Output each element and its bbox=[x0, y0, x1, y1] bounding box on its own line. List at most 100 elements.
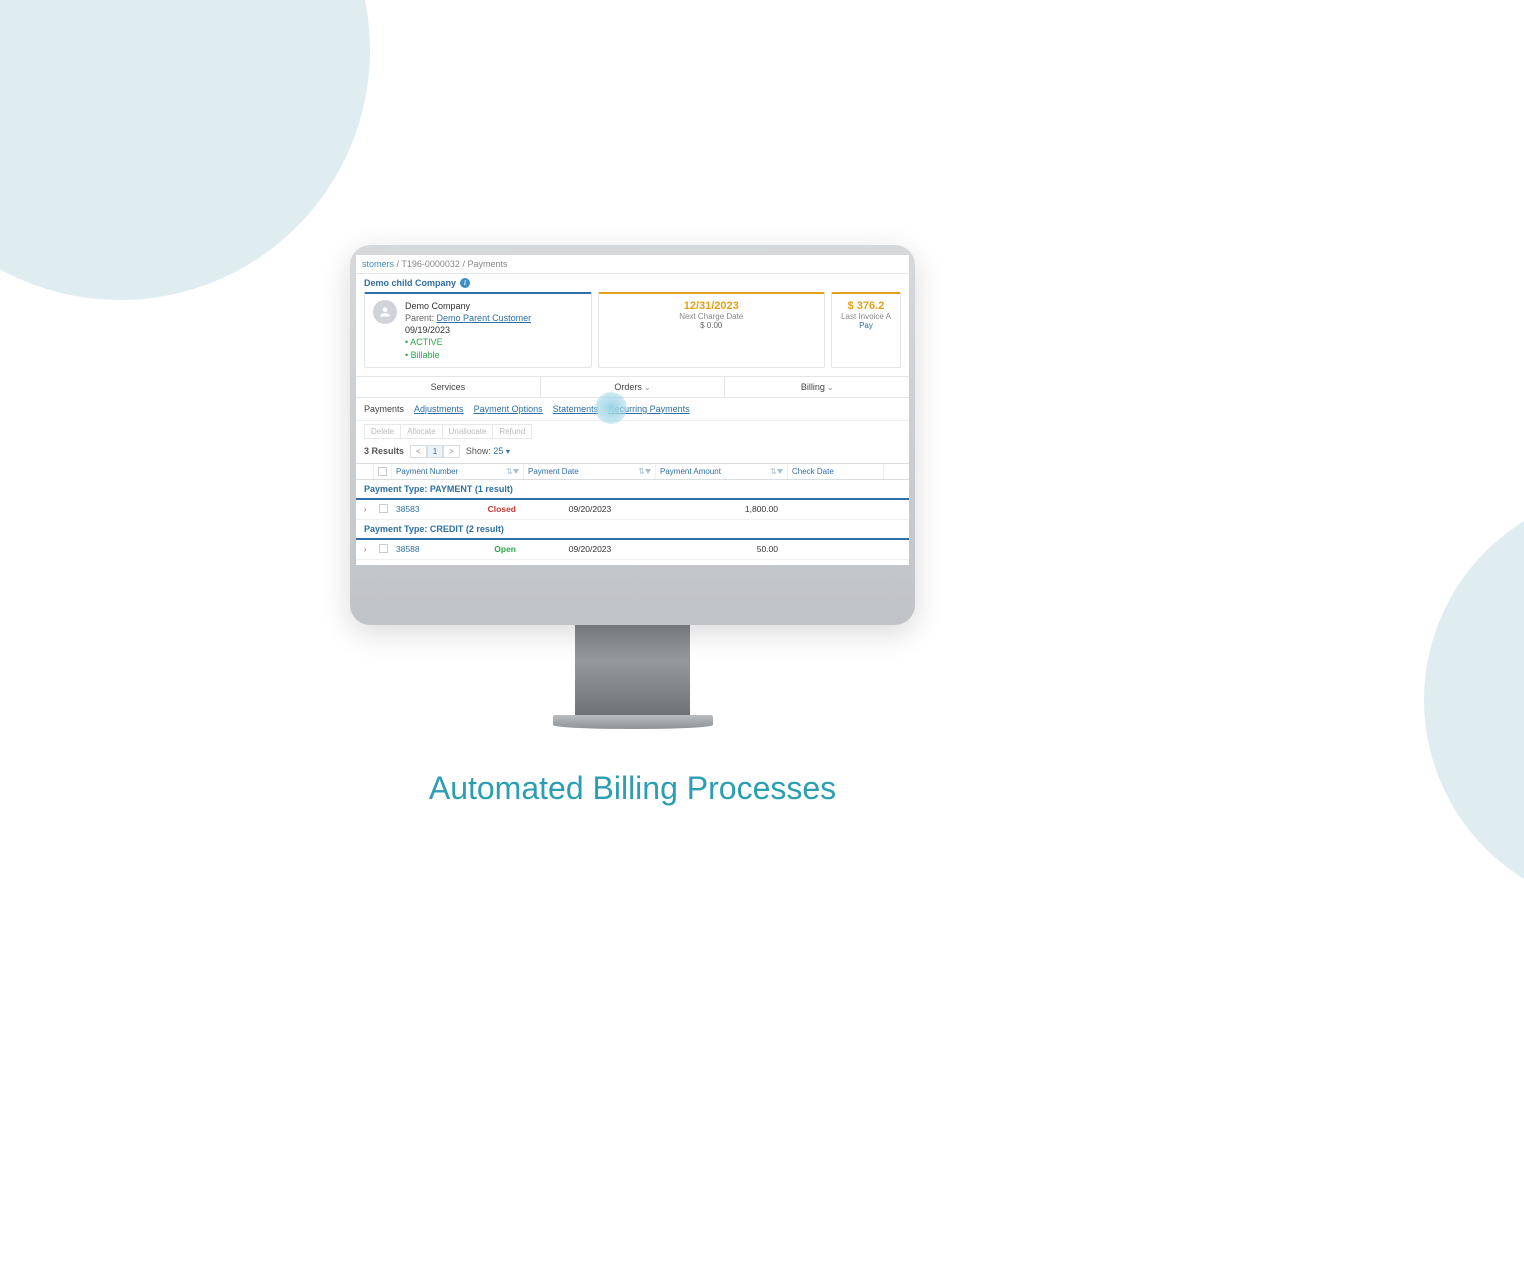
filter-icon[interactable] bbox=[645, 469, 651, 474]
allocate-button[interactable]: Allocate bbox=[400, 424, 441, 439]
page-size[interactable]: Show: 25 ▾ bbox=[466, 446, 510, 456]
col-payment-amount[interactable]: Payment Amount ⇅ bbox=[656, 464, 788, 479]
col-payment-number-label: Payment Number bbox=[396, 467, 458, 476]
profile-details: Demo Company Parent: Demo Parent Custome… bbox=[405, 300, 531, 361]
sort-filter-icons[interactable]: ⇅ bbox=[770, 467, 783, 476]
subtab-statements[interactable]: Statements bbox=[553, 404, 599, 414]
breadcrumb-id: T196-0000032 bbox=[401, 259, 460, 269]
page-caption: Automated Billing Processes bbox=[0, 770, 1265, 807]
expand-icon[interactable]: › bbox=[356, 540, 374, 558]
show-label: Show: bbox=[466, 446, 491, 456]
cell-payment-number: 38583 Closed bbox=[392, 500, 524, 518]
unallocate-button[interactable]: Unallocate bbox=[442, 424, 493, 439]
parent-link[interactable]: Demo Parent Customer bbox=[437, 313, 532, 323]
last-invoice-label: Last Invoice A bbox=[840, 312, 892, 321]
customer-title-row: Demo child Company i bbox=[356, 274, 909, 292]
grid-body: Payment Type: PAYMENT (1 result)›38583Cl… bbox=[356, 480, 909, 560]
row-checkbox[interactable] bbox=[374, 540, 392, 559]
tab-billing-label: Billing bbox=[801, 382, 825, 392]
table-row[interactable]: › 38583 Closed 09/20/20231,800.00 bbox=[356, 500, 909, 520]
status-billable: Billable bbox=[405, 349, 531, 361]
filter-icon[interactable] bbox=[777, 469, 783, 474]
monitor-bezel: stomers / T196-0000032 / Payments Demo c… bbox=[350, 245, 915, 625]
summary-cards: Demo Company Parent: Demo Parent Custome… bbox=[356, 292, 909, 376]
cell-payment-amount: 1,800.00 bbox=[656, 500, 788, 518]
subtab-adjustments[interactable]: Adjustments bbox=[414, 404, 464, 414]
caret-down-icon: ▾ bbox=[506, 447, 510, 456]
cell-check-date bbox=[788, 505, 884, 513]
filter-icon[interactable] bbox=[513, 469, 519, 474]
tab-billing[interactable]: Billing⌄ bbox=[725, 377, 909, 397]
col-payment-date[interactable]: Payment Date ⇅ bbox=[524, 464, 656, 479]
status-badge: Open bbox=[494, 544, 516, 554]
info-icon[interactable]: i bbox=[460, 278, 470, 288]
subtab-payment-options[interactable]: Payment Options bbox=[474, 404, 543, 414]
breadcrumb-current: Payments bbox=[467, 259, 507, 269]
col-check-date[interactable]: Check Date bbox=[788, 464, 884, 479]
col-payment-number[interactable]: Payment Number ⇅ bbox=[392, 464, 524, 479]
col-checkbox[interactable] bbox=[374, 464, 392, 479]
customer-profile-card: Demo Company Parent: Demo Parent Custome… bbox=[364, 292, 592, 368]
monitor-frame: stomers / T196-0000032 / Payments Demo c… bbox=[350, 245, 915, 729]
payment-number[interactable]: 38588 bbox=[396, 544, 420, 554]
company-name: Demo Company bbox=[405, 300, 531, 312]
row-checkbox[interactable] bbox=[374, 500, 392, 519]
monitor-stand-base bbox=[553, 715, 713, 729]
next-charge-date: 12/31/2023 bbox=[607, 300, 817, 312]
delete-button[interactable]: Delete bbox=[364, 424, 400, 439]
group-header[interactable]: Payment Type: CREDIT (2 result) bbox=[356, 520, 909, 540]
decorative-circle-bottom-right bbox=[1424, 490, 1524, 910]
decorative-circle-top-left bbox=[0, 0, 370, 300]
checkbox-icon[interactable] bbox=[379, 504, 388, 513]
pay-link[interactable]: Pay bbox=[840, 321, 892, 330]
chevron-down-icon: ⌄ bbox=[644, 383, 651, 392]
results-count: 3 Results bbox=[364, 446, 404, 456]
table-row[interactable]: › 38588 Open 09/20/202350.00 bbox=[356, 540, 909, 560]
main-tabs: Services Orders⌄ Billing⌄ bbox=[356, 376, 909, 398]
payment-number[interactable]: 38583 bbox=[396, 504, 420, 514]
group-header[interactable]: Payment Type: PAYMENT (1 result) bbox=[356, 480, 909, 500]
page-next[interactable]: > bbox=[443, 445, 460, 458]
last-invoice-card: $ 376.2 Last Invoice A Pay bbox=[831, 292, 901, 368]
col-payment-date-label: Payment Date bbox=[528, 467, 579, 476]
page-prev[interactable]: < bbox=[410, 445, 427, 458]
cell-check-date bbox=[788, 545, 884, 553]
expand-icon[interactable]: › bbox=[356, 500, 374, 518]
page-current[interactable]: 1 bbox=[427, 445, 443, 458]
col-expand bbox=[356, 464, 374, 479]
tab-orders[interactable]: Orders⌄ bbox=[541, 377, 726, 397]
customer-date: 09/19/2023 bbox=[405, 324, 531, 336]
next-charge-card: 12/31/2023 Next Charge Date $ 0.00 bbox=[598, 292, 826, 368]
checkbox-icon[interactable] bbox=[379, 544, 388, 553]
breadcrumb: stomers / T196-0000032 / Payments bbox=[356, 255, 909, 274]
grid-header: Payment Number ⇅ Payment Date ⇅ Payment … bbox=[356, 463, 909, 480]
sort-filter-icons[interactable]: ⇅ bbox=[638, 467, 651, 476]
parent-label: Parent: bbox=[405, 313, 434, 323]
next-charge-label: Next Charge Date bbox=[607, 312, 817, 321]
subtab-payments[interactable]: Payments bbox=[364, 404, 404, 414]
show-value: 25 bbox=[493, 446, 503, 456]
status-badge: Closed bbox=[488, 504, 516, 514]
cell-payment-date: 09/20/2023 bbox=[524, 500, 656, 518]
checkbox-icon[interactable] bbox=[378, 467, 387, 476]
cell-payment-amount: 50.00 bbox=[656, 540, 788, 558]
tab-orders-label: Orders bbox=[614, 382, 642, 392]
billing-subtabs: Payments Adjustments Payment Options Sta… bbox=[356, 398, 909, 420]
page-nav: < 1 > bbox=[410, 445, 460, 458]
next-charge-amount: $ 0.00 bbox=[607, 321, 817, 330]
sort-filter-icons[interactable]: ⇅ bbox=[506, 467, 519, 476]
app-screen: stomers / T196-0000032 / Payments Demo c… bbox=[356, 255, 909, 565]
tab-services[interactable]: Services bbox=[356, 377, 541, 397]
cell-payment-date: 09/20/2023 bbox=[524, 540, 656, 558]
monitor-stand-neck bbox=[575, 625, 690, 715]
grid-toolbar: Delete Allocate Unallocate Refund bbox=[356, 420, 909, 442]
pager: 3 Results < 1 > Show: 25 ▾ bbox=[356, 442, 909, 463]
customer-title: Demo child Company bbox=[364, 278, 456, 288]
subtab-recurring-payments[interactable]: Recurring Payments bbox=[608, 404, 690, 414]
refund-button[interactable]: Refund bbox=[492, 424, 532, 439]
breadcrumb-customers[interactable]: stomers bbox=[362, 259, 394, 269]
status-active: ACTIVE bbox=[405, 336, 531, 348]
parent-line: Parent: Demo Parent Customer bbox=[405, 312, 531, 324]
avatar-icon bbox=[373, 300, 397, 324]
cell-payment-number: 38588 Open bbox=[392, 540, 524, 558]
